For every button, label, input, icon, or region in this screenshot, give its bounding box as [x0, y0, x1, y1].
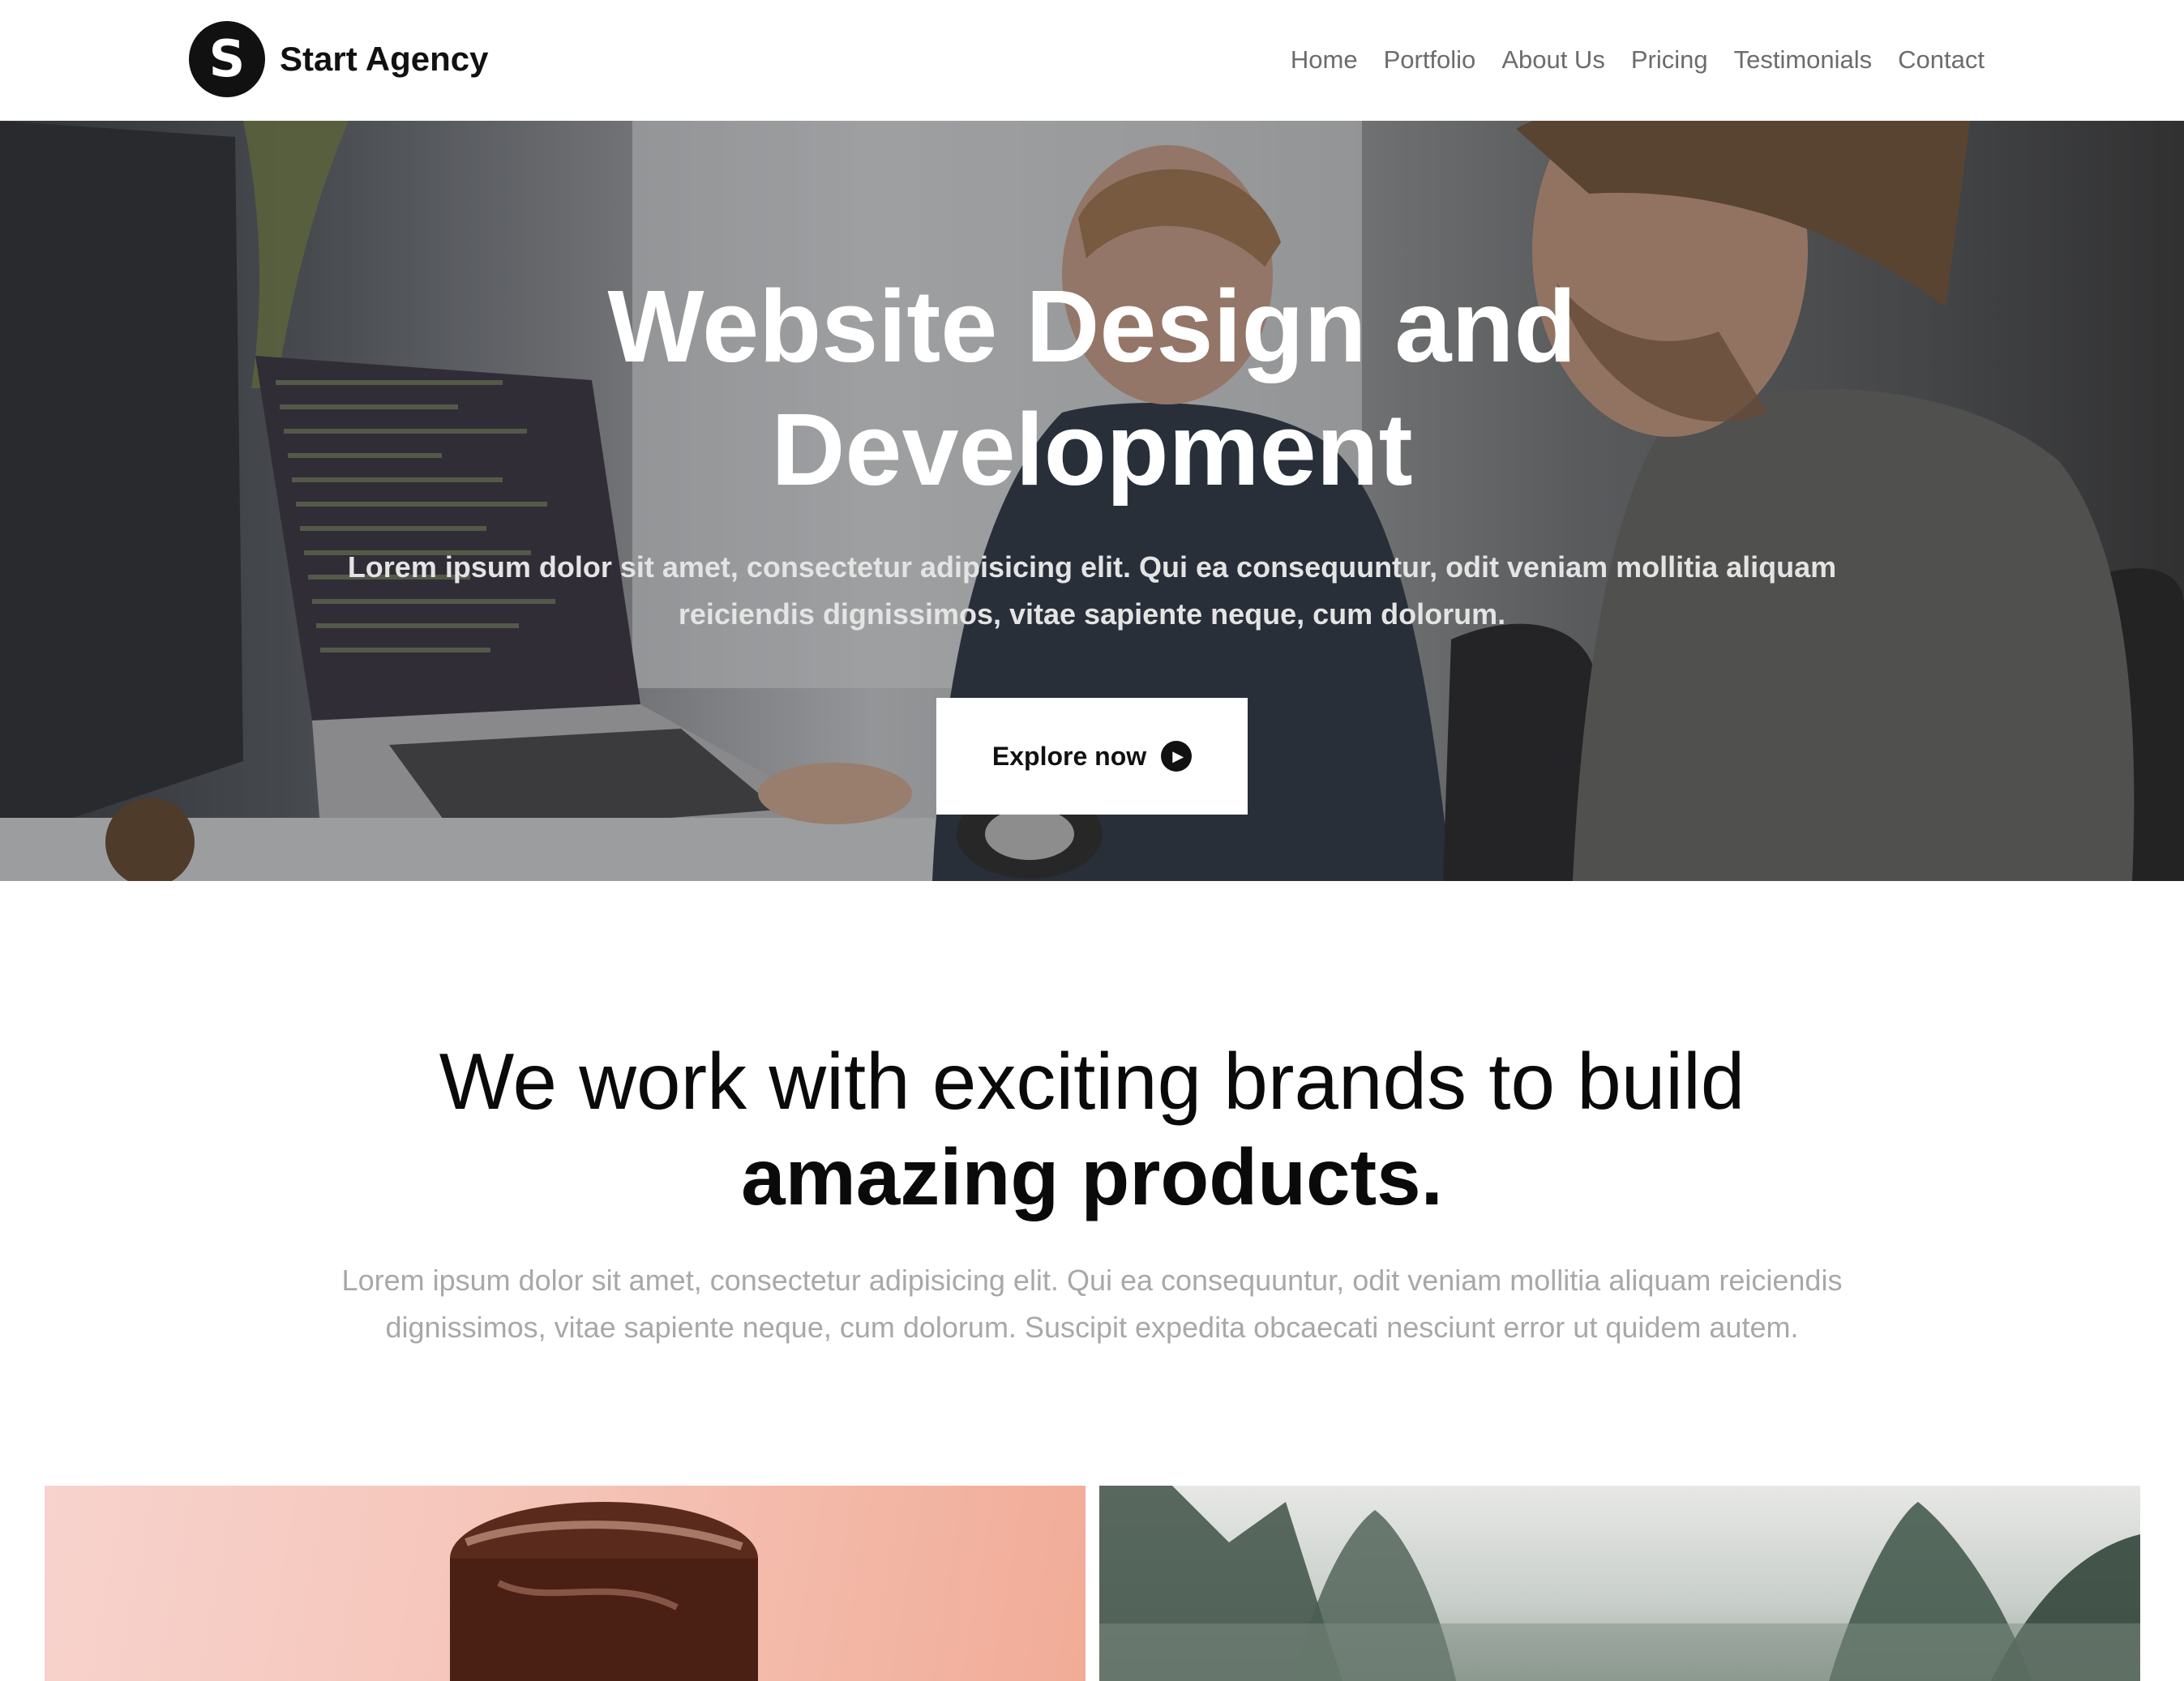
nav-link-portfolio[interactable]: Portfolio — [1384, 45, 1476, 75]
portfolio-tile-forest[interactable] — [1099, 1486, 2140, 1681]
nav-link-pricing[interactable]: Pricing — [1631, 45, 1708, 75]
forest-image — [1099, 1486, 2140, 1681]
jar-image — [450, 1502, 758, 1681]
intro-heading: We work with exciting brands to build am… — [0, 1033, 2184, 1225]
brand-link[interactable]: S Start Agency — [189, 21, 489, 97]
explore-now-label: Explore now — [991, 741, 1147, 771]
intro-heading-bold: amazing products. — [741, 1132, 1443, 1221]
main-nav: Home Portfolio About Us Pricing Testimon… — [1291, 39, 1985, 81]
intro-description: Lorem ipsum dolor sit amet, consectetur … — [341, 1264, 1843, 1344]
hero-title: Website Design and Development — [607, 269, 1577, 507]
hero-description: Lorem ipsum dolor sit amet, consectetur … — [347, 550, 1837, 631]
hero-content: Website Design and Development Lorem ips… — [0, 265, 2184, 815]
brand-logo-icon: S — [189, 21, 265, 97]
nav-link-about-us[interactable]: About Us — [1501, 45, 1605, 75]
portfolio-tiles — [45, 1486, 2140, 1681]
play-circle-icon: ▶ — [1161, 741, 1193, 772]
intro-section: We work with exciting brands to build am… — [0, 1033, 2184, 1351]
nav-link-contact[interactable]: Contact — [1898, 45, 1985, 75]
intro-heading-regular: We work with exciting brands to build — [439, 1037, 1745, 1126]
nav-link-home[interactable]: Home — [1291, 45, 1358, 75]
navbar: S Start Agency Home Portfolio About Us P… — [0, 0, 2184, 121]
hero-section: Website Design and Development Lorem ips… — [0, 121, 2184, 881]
portfolio-tile-jar[interactable] — [45, 1486, 1086, 1681]
nav-link-testimonials[interactable]: Testimonials — [1734, 45, 1873, 75]
explore-now-button[interactable]: Explore now ▶ — [936, 698, 1248, 815]
brand-name: Start Agency — [280, 40, 489, 78]
